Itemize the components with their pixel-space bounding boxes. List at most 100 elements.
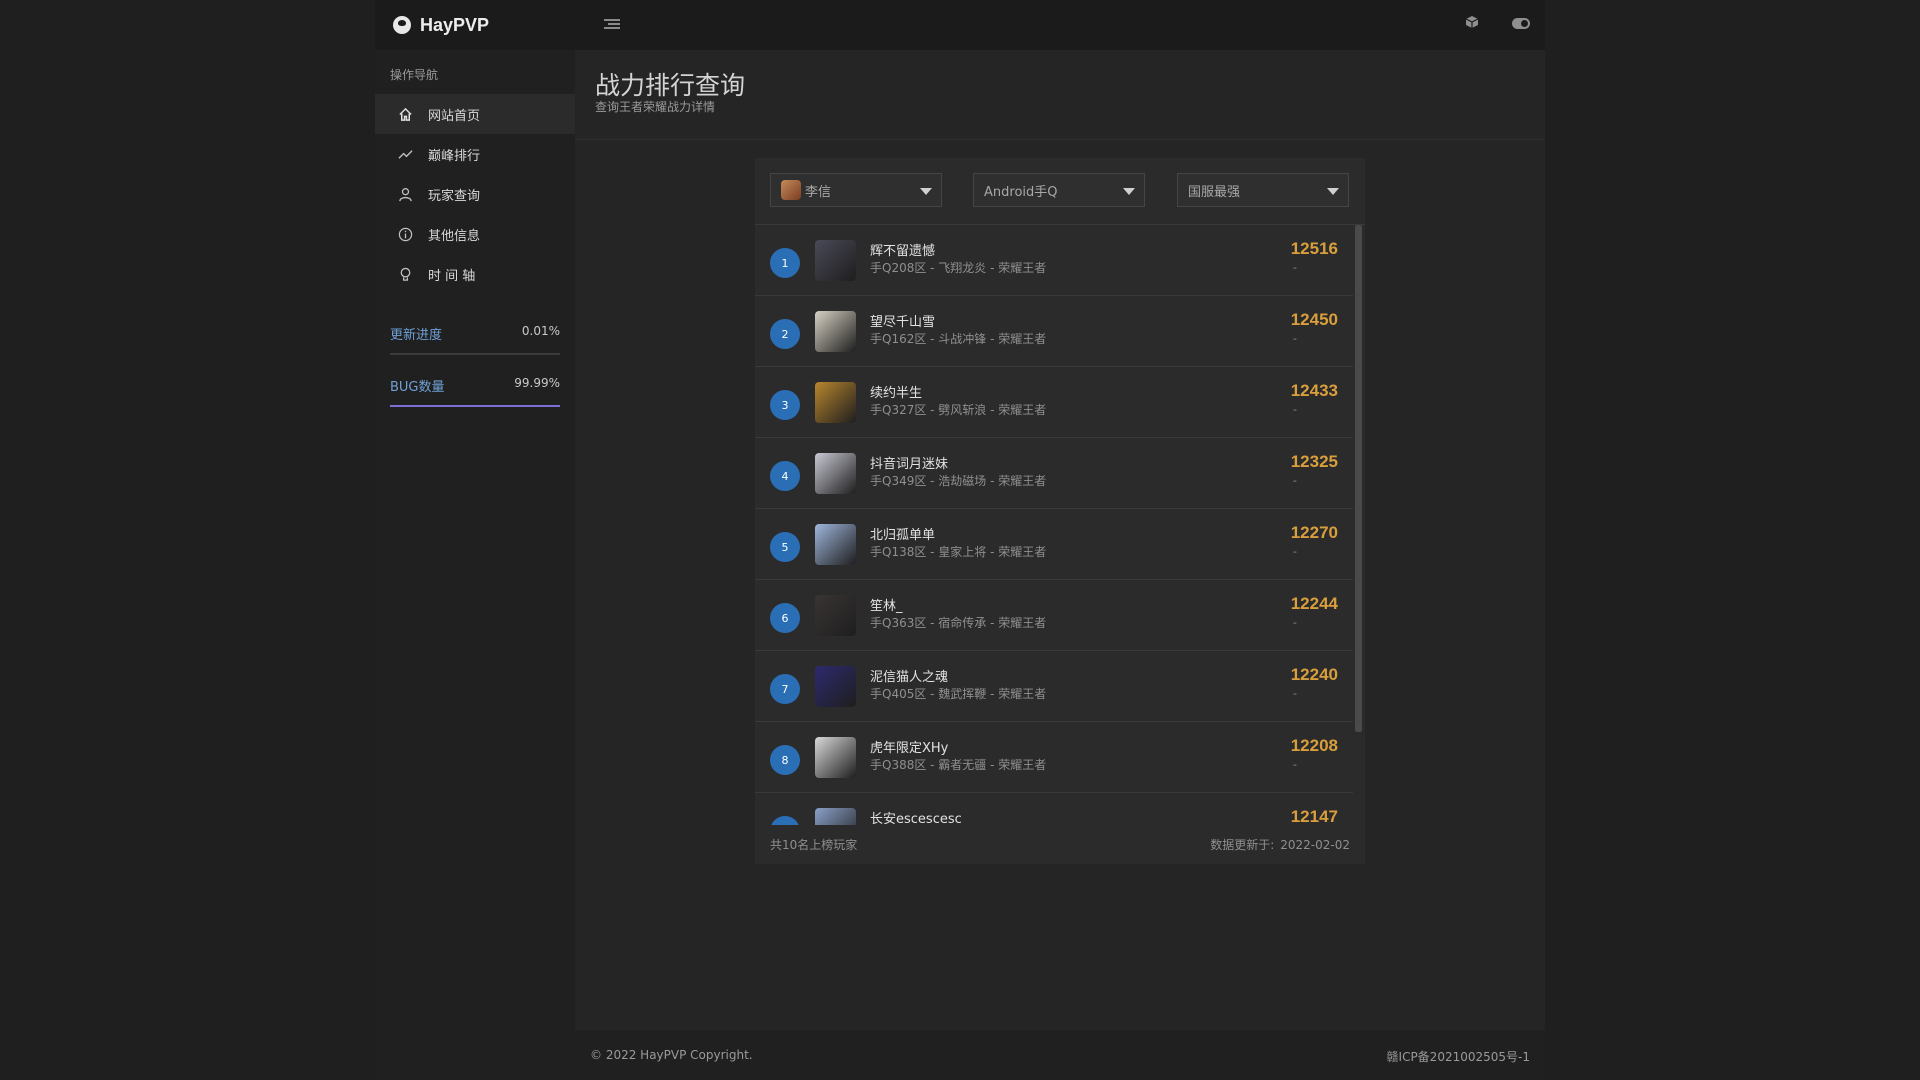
rank-badge: 1 — [770, 248, 800, 278]
brand[interactable]: HayPVP — [393, 0, 489, 50]
sidebar-item-home[interactable]: 网站首页 — [375, 94, 575, 134]
player-name[interactable]: 泥信猫人之魂 — [870, 666, 948, 685]
rank-badge: 9 — [770, 816, 800, 825]
score-extra: - — [1293, 474, 1297, 487]
ranking-row[interactable]: 7 泥信猫人之魂 手Q405区 - 魏武挥鞭 - 荣耀王者 12240 - — [755, 651, 1353, 722]
update-progress-bar — [390, 353, 560, 355]
platform-select[interactable]: Android手Q — [973, 173, 1145, 207]
score-extra: - — [1293, 403, 1297, 416]
player-avatar[interactable] — [815, 524, 856, 565]
ranking-row[interactable]: 4 抖音词月迷妹 手Q349区 - 浩劫磁场 - 荣耀王者 12325 - — [755, 438, 1353, 509]
power-score: 12516 — [1290, 239, 1338, 258]
sidebar-item-label: 其他信息 — [428, 228, 481, 244]
rank-badge: 5 — [770, 532, 800, 562]
ranking-row[interactable]: 5 北归孤单单 手Q138区 - 皇家上将 - 荣耀王者 12270 - — [755, 509, 1353, 580]
chevron-down-icon — [1327, 188, 1339, 195]
player-server-info: 手Q405区 - 魏武挥鞭 - 荣耀王者 — [870, 687, 1047, 701]
rank-badge: 6 — [770, 603, 800, 633]
home-icon — [397, 106, 413, 122]
ranking-row[interactable]: 6 笙林_ 手Q363区 - 宿命传承 - 荣耀王者 12244 - — [755, 580, 1353, 651]
page-title: 战力排行查询 — [595, 71, 746, 100]
theme-toggle-icon[interactable] — [1512, 18, 1530, 29]
ranking-row[interactable]: 3 续约半生 手Q327区 - 劈风斩浪 - 荣耀王者 12433 - — [755, 367, 1353, 438]
hero-select[interactable]: 李信 — [770, 173, 942, 207]
power-score: 12244 — [1290, 594, 1338, 613]
player-avatar[interactable] — [815, 453, 856, 494]
player-avatar[interactable] — [815, 737, 856, 778]
sidebar-item-ranking[interactable]: 巅峰排行 — [375, 134, 575, 174]
scope-select-value: 国服最强 — [1188, 184, 1241, 200]
player-avatar[interactable] — [815, 595, 856, 636]
player-name[interactable]: 虎年限定XHy — [870, 737, 948, 756]
ranking-card: 李信 Android手Q 国服最强 1 辉不留遗憾手Q208区 - 飞翔龙炎 - … — [755, 158, 1365, 864]
sidebar-item-label: 网站首页 — [428, 108, 481, 124]
rank-badge: 2 — [770, 319, 800, 349]
player-name[interactable]: 抖音词月迷妹 — [870, 453, 948, 472]
player-name[interactable]: 辉不留遗憾 — [870, 240, 935, 259]
power-score: 12240 — [1290, 665, 1338, 684]
power-score: 12270 — [1290, 523, 1338, 542]
sidebar: 操作导航 网站首页 巅峰排行 玩家查询 其他信息 时 间 轴 更新进度 0.01… — [375, 50, 575, 1080]
player-name[interactable]: 笙林_ — [870, 595, 903, 614]
scope-select[interactable]: 国服最强 — [1177, 173, 1349, 207]
chevron-down-icon — [920, 188, 932, 195]
score-extra: - — [1293, 687, 1297, 700]
updated-date: 2022-02-02 — [1280, 838, 1350, 852]
ranking-card-footer: 共10名上榜玩家 数据更新于: 2022-02-02 — [755, 825, 1365, 864]
user-icon — [397, 186, 413, 202]
page-footer: © 2022 HayPVP Copyright. 赣ICP备2021002505… — [575, 1030, 1545, 1080]
trend-line-icon — [397, 146, 413, 162]
update-progress-percent: 0.01% — [521, 324, 560, 338]
power-score: 12450 — [1290, 310, 1338, 329]
sidebar-nav: 网站首页 巅峰排行 玩家查询 其他信息 时 间 轴 — [375, 94, 575, 294]
top-bar: HayPVP — [375, 0, 1545, 50]
ranking-list[interactable]: 1 辉不留遗憾手Q208区 - 飞翔龙炎 - 荣耀王者 12516 - 2 望尽千山雪手Q… — [755, 225, 1353, 825]
player-server-info: 手Q388区 - 霸者无疆 - 荣耀王者 — [870, 758, 1047, 772]
ranking-row[interactable]: 9 长安escescesc 12147 — [755, 793, 1353, 825]
player-avatar[interactable] — [815, 808, 856, 825]
player-server-info: 手Q162区 - 斗战冲锋 - 荣耀王者 — [870, 332, 1047, 346]
player-name[interactable]: 长安escescesc — [870, 808, 962, 825]
package-icon[interactable] — [1465, 15, 1479, 29]
header-divider — [575, 139, 1545, 140]
bug-count-percent: 99.99% — [514, 376, 560, 390]
total-players: 共10名上榜玩家 — [770, 838, 858, 852]
sidebar-item-label: 时 间 轴 — [428, 268, 476, 284]
player-avatar[interactable] — [815, 666, 856, 707]
scrollbar-thumb[interactable] — [1355, 225, 1362, 732]
update-progress: 更新进度 0.01% — [390, 324, 560, 355]
menu-toggle-icon[interactable] — [604, 17, 620, 31]
platform-select-value: Android手Q — [984, 184, 1058, 200]
player-server-info: 手Q138区 - 皇家上将 - 荣耀王者 — [870, 545, 1047, 559]
sidebar-item-other-info[interactable]: 其他信息 — [375, 214, 575, 254]
copyright: © 2022 HayPVP Copyright. — [590, 1048, 753, 1062]
power-score: 12208 — [1290, 736, 1338, 755]
player-name[interactable]: 北归孤单单 — [870, 524, 935, 543]
info-icon — [397, 226, 413, 242]
player-server-info: 手Q208区 - 飞翔龙炎 - 荣耀王者 — [870, 261, 1047, 275]
sidebar-item-timeline[interactable]: 时 间 轴 — [375, 254, 575, 294]
bug-count-progress: BUG数量 99.99% — [390, 376, 560, 407]
rank-badge: 3 — [770, 390, 800, 420]
player-avatar[interactable] — [815, 240, 856, 281]
score-extra: - — [1293, 616, 1297, 629]
power-score: 12433 — [1290, 381, 1338, 400]
player-name[interactable]: 续约半生 — [870, 382, 922, 401]
ranking-row[interactable]: 1 辉不留遗憾 手Q208区 - 飞翔龙炎 - 荣耀王者 12516 - — [755, 225, 1353, 296]
sidebar-section-label: 操作导航 — [390, 68, 439, 82]
updated-label: 数据更新于: — [1210, 838, 1275, 852]
sidebar-item-player-search[interactable]: 玩家查询 — [375, 174, 575, 214]
player-server-info: 手Q363区 - 宿命传承 - 荣耀王者 — [870, 616, 1047, 630]
player-avatar[interactable] — [815, 382, 856, 423]
ranking-row[interactable]: 2 望尽千山雪 手Q162区 - 斗战冲锋 - 荣耀王者 12450 - — [755, 296, 1353, 367]
page-subtitle: 查询王者荣耀战力详情 — [595, 100, 716, 114]
hero-avatar-icon — [781, 180, 801, 200]
player-avatar[interactable] — [815, 311, 856, 352]
icp-link[interactable]: 赣ICP备2021002505号-1 — [1387, 1048, 1530, 1065]
ranking-row[interactable]: 8 虎年限定XHy 手Q388区 - 霸者无疆 - 荣耀王者 12208 - — [755, 722, 1353, 793]
player-name[interactable]: 望尽千山雪 — [870, 311, 935, 330]
hero-select-value: 李信 — [805, 184, 832, 200]
ranking-scrollbar[interactable] — [1353, 225, 1365, 825]
lightbulb-icon — [397, 266, 413, 282]
score-extra: - — [1293, 758, 1297, 771]
